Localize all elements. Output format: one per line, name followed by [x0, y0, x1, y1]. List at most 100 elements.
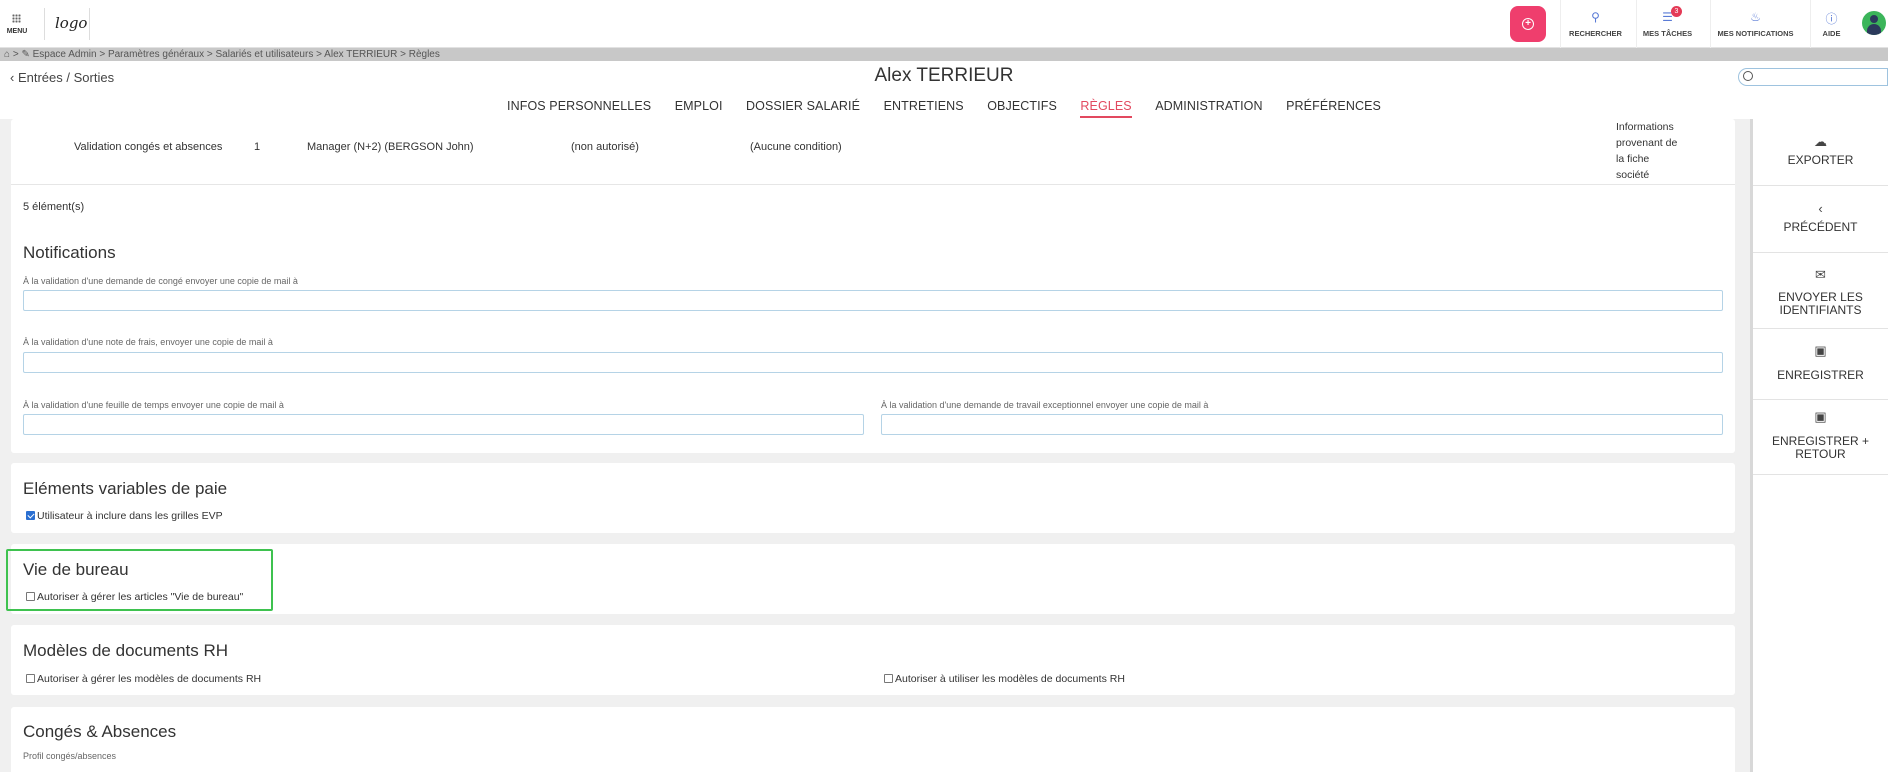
tab-dossier-salarie[interactable]: DOSSIER SALARIÉ — [746, 99, 860, 116]
rule-delegation: (non autorisé) — [571, 141, 639, 153]
rule-info: Informations provenant de la fiche socié… — [1616, 119, 1677, 183]
breadcrumb: ⌂ > ✎ Espace Admin > Paramètres généraux… — [0, 48, 1888, 61]
tab-objectifs[interactable]: OBJECTIFS — [987, 99, 1057, 116]
menu-button[interactable]: MENU — [0, 0, 34, 48]
tab-preferences[interactable]: PRÉFÉRENCES — [1286, 99, 1381, 116]
back-link-label: Entrées / Sorties — [17, 70, 115, 85]
export-label: EXPORTER — [1787, 153, 1854, 167]
send-credentials-button[interactable]: ✉ ENVOYER LES IDENTIFIANTS — [1753, 253, 1888, 329]
modeles-use-row[interactable]: Autoriser à utiliser les modèles de docu… — [884, 673, 1125, 685]
grid-icon — [12, 14, 21, 23]
notifications-button[interactable]: ♨ MES NOTIFICATIONS — [1710, 0, 1800, 48]
logo[interactable]: logo — [44, 8, 90, 40]
rule-condition: (Aucune condition) — [750, 141, 842, 153]
tab-regles[interactable]: RÈGLES — [1080, 99, 1132, 118]
search-input[interactable] — [1755, 70, 1883, 84]
action-panel: ☁ EXPORTER ‹ PRÉCÉDENT ✉ ENVOYER LES IDE… — [1750, 119, 1888, 772]
search-icon: ⚲ — [1591, 10, 1600, 24]
modeles-use-checkbox[interactable] — [884, 674, 893, 683]
modeles-manage-label: Autoriser à gérer les modèles de documen… — [37, 673, 262, 685]
help-label: AIDE — [1822, 29, 1841, 38]
chevron-left-icon: ‹ — [1818, 201, 1823, 216]
tasks-badge: 3 — [1671, 6, 1682, 17]
tasks-icon: ☰ — [1662, 10, 1673, 24]
save-return-label: ENREGISTRER + RETOUR — [1771, 434, 1870, 461]
search-button[interactable]: ⚲ RECHERCHER — [1560, 0, 1630, 48]
back-link[interactable]: ‹ Entrées / Sorties — [10, 70, 114, 85]
search-label: RECHERCHER — [1569, 29, 1622, 38]
travail-copy-label: À la validation d'une demande de travail… — [881, 400, 1209, 410]
avatar[interactable] — [1862, 11, 1886, 35]
export-button[interactable]: ☁ EXPORTER — [1753, 119, 1888, 186]
tab-bar: INFOS PERSONNELLES EMPLOI DOSSIER SALARI… — [0, 99, 1888, 118]
rule-validator: Manager (N+2) (BERGSON John) — [307, 141, 474, 153]
rule-name: Validation congés et absences — [74, 141, 223, 153]
help-icon: ⓘ — [1825, 12, 1838, 26]
notifications-title: Notifications — [23, 243, 116, 262]
notifications-label: MES NOTIFICATIONS — [1717, 29, 1794, 38]
chevron-left-icon: ‹ — [10, 70, 15, 85]
modeles-manage-checkbox[interactable] — [26, 674, 35, 683]
evp-card: Eléments variables de paie Utilisateur à… — [11, 463, 1735, 533]
rules-card: Validation congés et absences 1 Manager … — [11, 119, 1735, 453]
envelope-icon: ✉ — [1815, 267, 1826, 282]
rule-info-line: la fiche — [1616, 153, 1650, 165]
tools-icon: ✎ — [21, 49, 30, 60]
bell-icon: ♨ — [1750, 10, 1761, 24]
tasks-button[interactable]: ☰ 3 MES TÂCHES — [1636, 0, 1698, 48]
conges-profile-label: Profil congés/absences — [23, 751, 117, 761]
avatar-head — [1870, 15, 1878, 23]
rule-info-line: Informations — [1616, 121, 1674, 133]
previous-label: PRÉCÉDENT — [1783, 220, 1858, 234]
tab-entretiens[interactable]: ENTRETIENS — [884, 99, 964, 116]
table-row[interactable]: Validation congés et absences 1 Manager … — [11, 119, 1735, 185]
tab-emploi[interactable]: EMPLOI — [675, 99, 723, 116]
travail-copy-input[interactable] — [881, 414, 1723, 435]
evp-checkbox-label: Utilisateur à inclure dans les grilles E… — [37, 510, 223, 522]
modeles-title: Modèles de documents RH — [23, 641, 229, 660]
evp-checkbox-row[interactable]: Utilisateur à inclure dans les grilles E… — [26, 510, 223, 522]
highlight-box — [6, 549, 273, 611]
save-icon: ▣ — [1814, 343, 1827, 358]
cloud-upload-icon: ☁ — [1814, 134, 1827, 149]
main-content[interactable]: Validation congés et absences 1 Manager … — [0, 119, 1748, 772]
temps-copy-label: À la validation d'une feuille de temps e… — [23, 400, 284, 410]
send-credentials-label: ENVOYER LES IDENTIFIANTS — [1778, 290, 1863, 317]
evp-title: Eléments variables de paie — [23, 479, 228, 498]
save-button[interactable]: ▣ ENREGISTRER — [1753, 329, 1888, 400]
modeles-card: Modèles de documents RH Autoriser à gére… — [11, 625, 1735, 695]
menu-label: MENU — [6, 28, 28, 35]
top-bar: MENU logo + ⚲ RECHERCHER ☰ 3 MES TÂCHES … — [0, 0, 1888, 48]
modeles-use-label: Autoriser à utiliser les modèles de docu… — [895, 673, 1125, 685]
home-icon[interactable]: ⌂ — [4, 49, 10, 60]
rule-info-line: société — [1616, 169, 1650, 181]
conges-card: Congés & Absences Profil congés/absences — [11, 707, 1735, 772]
tasks-label: MES TÂCHES — [1642, 29, 1693, 38]
frais-copy-input[interactable] — [23, 352, 1723, 373]
search-icon — [1743, 71, 1753, 81]
plus-icon: + — [1522, 18, 1534, 30]
element-count: 5 élément(s) — [23, 201, 85, 213]
tab-administration[interactable]: ADMINISTRATION — [1155, 99, 1262, 116]
conge-copy-input[interactable] — [23, 290, 1723, 311]
evp-checkbox[interactable] — [26, 511, 35, 520]
conges-title: Congés & Absences — [23, 722, 177, 741]
previous-button[interactable]: ‹ PRÉCÉDENT — [1753, 186, 1888, 253]
save-label: ENREGISTRER — [1777, 368, 1864, 382]
create-button[interactable]: + — [1510, 6, 1546, 42]
frais-copy-label: À la validation d'une note de frais, env… — [23, 337, 273, 347]
save-return-button[interactable]: ▣ ENREGISTRER + RETOUR — [1753, 400, 1888, 475]
temps-copy-input[interactable] — [23, 414, 864, 435]
page-title: Alex TERRIEUR — [874, 65, 1014, 86]
search-field[interactable] — [1738, 68, 1888, 86]
modeles-manage-row[interactable]: Autoriser à gérer les modèles de documen… — [26, 673, 261, 685]
rule-level: 1 — [254, 141, 261, 153]
tab-infos-personnelles[interactable]: INFOS PERSONNELLES — [507, 99, 651, 116]
help-button[interactable]: ⓘ AIDE — [1810, 0, 1852, 48]
save-return-icon: ▣ — [1814, 409, 1827, 424]
rule-info-line: provenant de — [1616, 137, 1678, 149]
conge-copy-label: À la validation d'une demande de congé e… — [23, 276, 298, 286]
breadcrumb-path[interactable]: Espace Admin > Paramètres généraux > Sal… — [33, 49, 440, 60]
avatar-body — [1867, 24, 1881, 35]
page-header: Alex TERRIEUR ‹ Entrées / Sorties INFOS … — [0, 61, 1888, 119]
